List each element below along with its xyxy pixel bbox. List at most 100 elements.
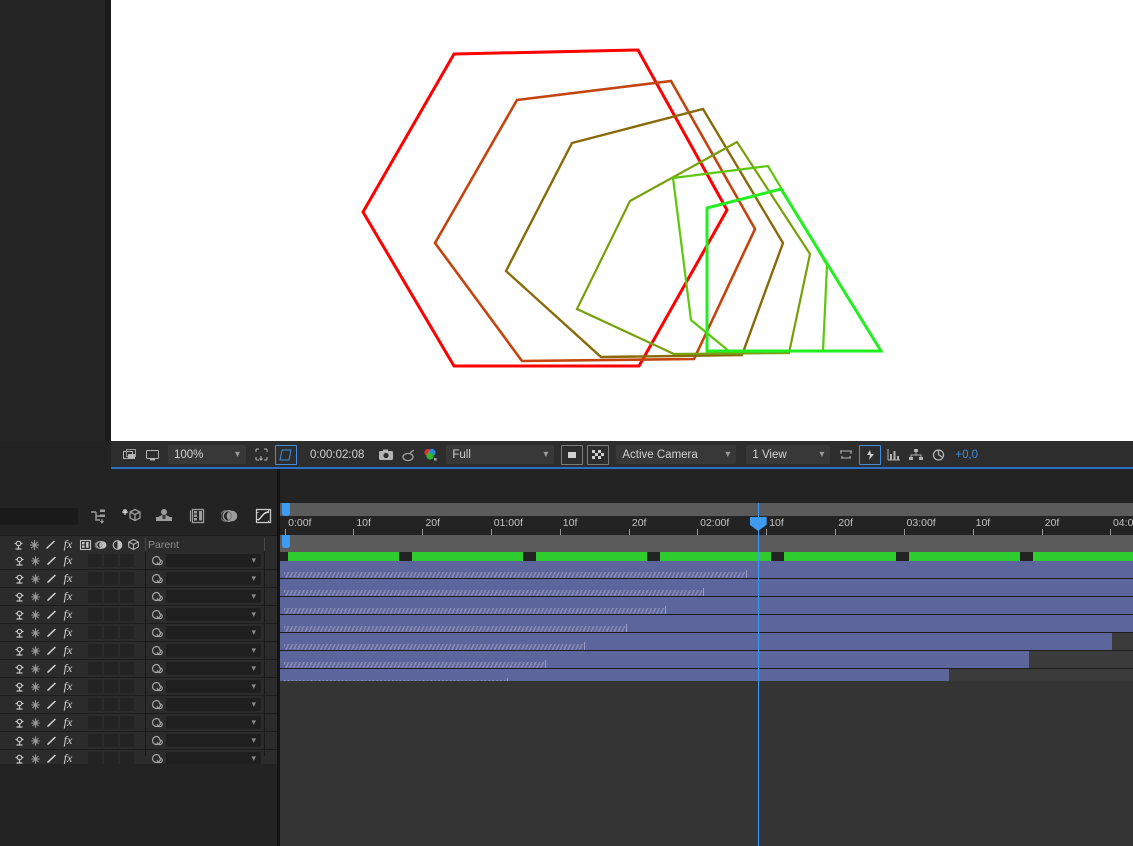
layer-switches[interactable]: fx [12, 714, 76, 731]
effects-switch-icon[interactable]: fx [60, 607, 76, 622]
audio-switch-icon[interactable] [28, 538, 41, 551]
layer-duration-bar[interactable] [280, 579, 1133, 596]
graph-editor-icon[interactable] [253, 506, 273, 527]
layer-bar-row[interactable] [280, 561, 1133, 579]
video-switch-icon[interactable] [12, 734, 26, 748]
work-area-start-marker[interactable] [282, 503, 290, 516]
ruler-top-band[interactable] [280, 503, 1133, 516]
video-switch-icon[interactable] [12, 538, 25, 551]
layer-switches[interactable]: fx [12, 552, 76, 569]
solo-switch-icon[interactable] [44, 608, 58, 622]
views-select[interactable]: 1 View ▾ [746, 445, 831, 464]
parent-select[interactable]: ▾ [166, 698, 261, 711]
work-area-segment[interactable] [784, 552, 896, 561]
audio-switch-icon[interactable] [28, 572, 42, 586]
audio-switch-icon[interactable] [28, 554, 42, 568]
region-of-interest-toggle-icon[interactable] [561, 444, 584, 465]
layer-row[interactable]: fx ▾ [0, 624, 280, 642]
always-preview-this-view-icon[interactable] [119, 445, 141, 465]
work-area-segment[interactable] [908, 552, 1021, 561]
parent-pickwhip-icon[interactable] [150, 678, 163, 695]
solo-switch-icon[interactable] [44, 644, 58, 658]
zoom-select[interactable]: 100% ▾ [168, 445, 246, 464]
layer-bar-row[interactable] [280, 597, 1133, 615]
effects-switch-icon[interactable]: fx [60, 625, 76, 640]
camera-select[interactable]: Active Camera ▾ [616, 445, 737, 464]
parent-pickwhip-icon[interactable] [150, 624, 163, 641]
effects-switch-icon[interactable]: fx [60, 643, 76, 658]
enable-motion-blur-icon[interactable] [220, 506, 240, 527]
layer-row[interactable]: fx ▾ [0, 570, 280, 588]
layer-row[interactable]: fx ▾ [0, 714, 280, 732]
layer-duration-bar[interactable] [280, 615, 1133, 632]
flowchart-icon[interactable] [905, 445, 927, 465]
composition-mini-flowchart-icon[interactable] [88, 506, 108, 527]
layer-row[interactable]: fx ▾ [0, 678, 280, 696]
pixel-aspect-correction-icon[interactable] [835, 445, 857, 465]
solo-switch-icon[interactable] [44, 662, 58, 676]
parent-pickwhip-icon[interactable] [150, 696, 163, 713]
layer-row[interactable]: fx ▾ [0, 732, 280, 750]
parent-pickwhip-icon[interactable] [150, 732, 163, 749]
parent-pickwhip-icon[interactable] [150, 588, 163, 605]
timeline-toggle-bar[interactable] [88, 503, 273, 529]
solo-switch-icon[interactable] [44, 698, 58, 712]
audio-switch-icon[interactable] [28, 734, 42, 748]
layer-row[interactable]: fx ▾ [0, 588, 280, 606]
work-area-bar[interactable] [280, 552, 1133, 561]
parent-pickwhip-icon[interactable] [150, 606, 163, 623]
layer-switches[interactable]: fx [12, 642, 76, 659]
video-switch-icon[interactable] [12, 590, 26, 604]
solo-switch-icon[interactable] [44, 626, 58, 640]
parent-select[interactable]: ▾ [166, 644, 261, 657]
search-input[interactable] [0, 508, 78, 525]
effects-switch-icon[interactable]: fx [60, 571, 76, 586]
parent-pickwhip-icon[interactable] [150, 570, 163, 587]
audio-switch-icon[interactable] [28, 644, 42, 658]
solo-switch-icon[interactable] [44, 572, 58, 586]
parent-select[interactable]: ▾ [166, 734, 261, 747]
layer-duration-bar[interactable] [280, 597, 1133, 614]
solo-switch-icon[interactable] [44, 734, 58, 748]
layer-switches[interactable]: fx [12, 696, 76, 713]
effects-switch-icon[interactable]: fx [60, 553, 76, 568]
video-switch-icon[interactable] [12, 698, 26, 712]
fast-previews-icon[interactable] [859, 444, 882, 465]
parent-pickwhip-icon[interactable] [150, 714, 163, 731]
solo-switch-icon[interactable] [44, 680, 58, 694]
show-snapshot-icon[interactable] [397, 445, 419, 465]
layer-bar-row[interactable] [280, 615, 1133, 633]
layer-duration-bar[interactable] [280, 561, 1133, 578]
transparency-grid-icon[interactable] [587, 444, 610, 465]
parent-select[interactable]: ▾ [166, 716, 261, 729]
audio-switch-icon[interactable] [28, 680, 42, 694]
effects-switch-icon[interactable]: fx [60, 697, 76, 712]
current-time-display[interactable]: 0:00:02:08 [302, 445, 372, 464]
parent-pickwhip-icon[interactable] [150, 552, 163, 569]
layer-switches[interactable]: fx [12, 606, 76, 623]
hide-shy-layers-icon[interactable] [154, 506, 174, 527]
audio-switch-icon[interactable] [28, 716, 42, 730]
layer-row[interactable]: fx ▾ [0, 696, 280, 714]
work-area-end-marker[interactable] [282, 535, 290, 548]
parent-select[interactable]: ▾ [166, 626, 261, 639]
reset-exposure-icon[interactable] [927, 445, 949, 465]
draft-3d-icon[interactable] [121, 506, 141, 527]
parent-select[interactable]: ▾ [166, 608, 261, 621]
audio-switch-icon[interactable] [28, 590, 42, 604]
layer-duration-bar[interactable] [280, 633, 1112, 650]
video-switch-icon[interactable] [12, 608, 26, 622]
solo-switch-icon[interactable] [44, 538, 57, 551]
parent-select[interactable]: ▾ [166, 662, 261, 675]
audio-switch-icon[interactable] [28, 698, 42, 712]
resolution-select[interactable]: Full ▾ [446, 445, 555, 464]
timeline-histogram-icon[interactable] [883, 445, 905, 465]
main-view-monitor-icon[interactable] [141, 445, 163, 465]
work-area-segment[interactable] [287, 552, 400, 561]
solo-switch-icon[interactable] [44, 716, 58, 730]
video-switch-icon[interactable] [12, 680, 26, 694]
effects-switch-icon[interactable]: fx [60, 589, 76, 604]
parent-select[interactable]: ▾ [166, 572, 261, 585]
layer-switches[interactable]: fx [12, 732, 76, 749]
video-switch-icon[interactable] [12, 662, 26, 676]
